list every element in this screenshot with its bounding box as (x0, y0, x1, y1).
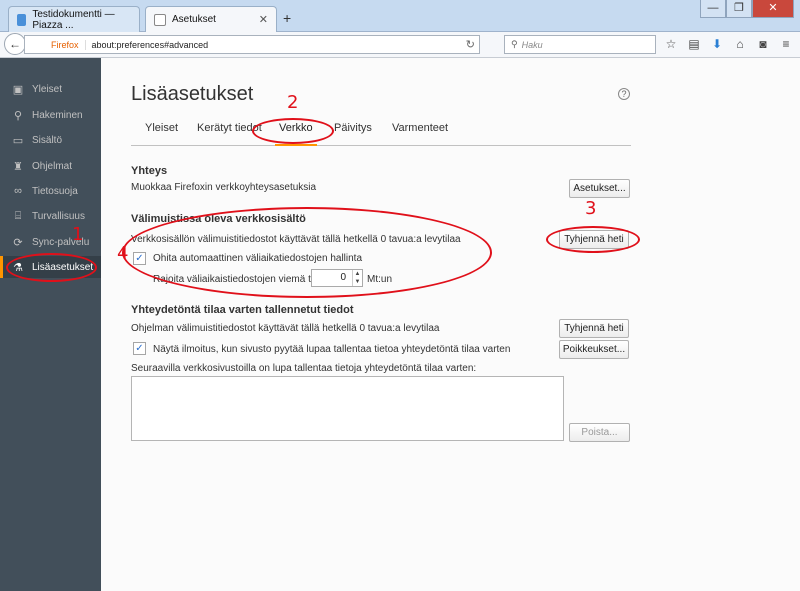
offline-description: Ohjelman välimuistitiedostot käyttävät t… (131, 323, 440, 334)
search-icon: ⚲ (511, 39, 518, 49)
offline-heading: Yhteydetöntä tilaa varten tallennetut ti… (131, 304, 354, 316)
download-icon[interactable]: ⬇ (710, 36, 724, 52)
title-bar: Testidokumentti — Piazza ... Asetukset ✕… (0, 0, 800, 32)
sidebar-item-label: Sisältö (32, 134, 63, 146)
menu-icon[interactable]: ≡ (779, 36, 793, 52)
bookmark-star-icon[interactable]: ☆ (664, 36, 678, 52)
reload-icon[interactable]: ↻ (466, 38, 475, 51)
sidebar-item-general[interactable]: ▣ Yleiset (0, 78, 101, 100)
minimize-button[interactable]: — (700, 0, 726, 18)
url-bar[interactable]: Firefox about:preferences#advanced ↻ (24, 35, 480, 54)
sidebar-item-label: Ohjelmat (32, 160, 73, 172)
tab-certificates[interactable]: Varmenteet (392, 122, 448, 134)
security-icon: ⌸ (14, 209, 22, 222)
connection-settings-button[interactable]: Asetukset... (569, 179, 630, 198)
back-button[interactable]: ← (4, 33, 26, 55)
search-bar[interactable]: ⚲ Haku (504, 35, 656, 54)
general-icon: ▣ (12, 83, 24, 96)
exceptions-button[interactable]: Poikkeukset... (559, 340, 629, 359)
privacy-icon: ∞ (14, 185, 22, 197)
advanced-tabs: Yleiset Kerätyt tiedot Verkko Päivitys V… (131, 116, 631, 146)
tab-asetukset[interactable]: Asetukset ✕ (145, 6, 277, 32)
remove-button[interactable]: Poista... (569, 423, 630, 442)
sidebar-item-content[interactable]: ▭ Sisältö (0, 129, 101, 151)
annotation-circle-1 (6, 253, 97, 282)
tab-title: Testidokumentti — Piazza ... (32, 8, 115, 31)
tab-general[interactable]: Yleiset (145, 122, 178, 134)
sidebar-item-security[interactable]: ⌸ Turvallisuus (0, 205, 101, 227)
annotation-number-2: 2 (287, 92, 299, 113)
tab-update[interactable]: Päivitys (334, 122, 372, 134)
applications-icon: ♜ (13, 160, 23, 173)
annotation-number-3: 3 (585, 198, 597, 219)
tab-testidokumentti[interactable]: Testidokumentti — Piazza ... (8, 6, 140, 32)
annotation-circle-2 (252, 118, 334, 144)
sidebar-item-privacy[interactable]: ∞ Tietosuoja (0, 180, 101, 202)
sync-icon: ⟳ (13, 236, 23, 249)
sidebar-item-label: Hakeminen (32, 109, 83, 121)
reading-list-icon[interactable]: ▤ (687, 36, 701, 52)
sidebar-item-search[interactable]: ⚲ Hakeminen (0, 104, 101, 126)
preferences-sidebar: ▣ Yleiset ⚲ Hakeminen ▭ Sisältö ♜ Ohjelm… (0, 58, 101, 591)
annotation-number-4: 4 (117, 243, 129, 264)
sidebar-item-label: Tietosuoja (32, 185, 78, 197)
search-placeholder: Haku (521, 39, 543, 50)
content-icon: ▭ (12, 134, 24, 147)
offline-list-label: Seuraavilla verkkosivustoilla on lupa ta… (131, 363, 477, 374)
maximize-button[interactable]: ❐ (726, 0, 752, 18)
connection-heading: Yhteys (131, 165, 168, 177)
tab-title: Asetukset (172, 14, 216, 25)
toolbar-icons: ☆ ▤ ⬇ ⌂ ◙ ≡ (664, 36, 793, 52)
window-controls: — ❐ ✕ (700, 0, 794, 18)
new-tab-button[interactable]: + (283, 10, 291, 26)
help-icon[interactable]: ? (618, 88, 630, 100)
annotation-circle-3 (546, 226, 640, 253)
close-window-button[interactable]: ✕ (752, 0, 794, 18)
document-icon (17, 13, 27, 26)
sidebar-item-sync[interactable]: ⟳ Sync-palvelu (0, 231, 101, 253)
identity-badge[interactable]: Firefox (51, 39, 86, 50)
close-tab-icon[interactable]: ✕ (259, 13, 268, 26)
search-icon: ⚲ (13, 109, 23, 122)
sidebar-item-label: Yleiset (32, 83, 63, 95)
url-text[interactable]: about:preferences#advanced (92, 40, 209, 50)
home-icon[interactable]: ⌂ (733, 36, 747, 52)
gear-icon (154, 13, 166, 26)
pocket-icon[interactable]: ◙ (756, 36, 770, 52)
navigation-bar: ← Firefox about:preferences#advanced ↻ ⚲… (0, 32, 800, 58)
sidebar-item-label: Turvallisuus (32, 210, 85, 222)
preferences-content: Lisäasetukset ? Yleiset Kerätyt tiedot V… (101, 58, 800, 591)
clear-offline-button[interactable]: Tyhjennä heti (559, 319, 629, 338)
annotation-circle-4 (122, 207, 492, 298)
annotation-number-1: 1 (72, 224, 84, 245)
page-title: Lisäasetukset (131, 83, 254, 105)
sidebar-item-applications[interactable]: ♜ Ohjelmat (0, 155, 101, 177)
offline-notify-label: Näytä ilmoitus, kun sivusto pyytää lupaa… (153, 344, 511, 355)
offline-sites-list[interactable] (131, 376, 564, 441)
connection-description: Muokkaa Firefoxin verkkoyhteysasetuksia (131, 182, 317, 193)
offline-notify-checkbox[interactable]: ✓ (133, 342, 146, 355)
